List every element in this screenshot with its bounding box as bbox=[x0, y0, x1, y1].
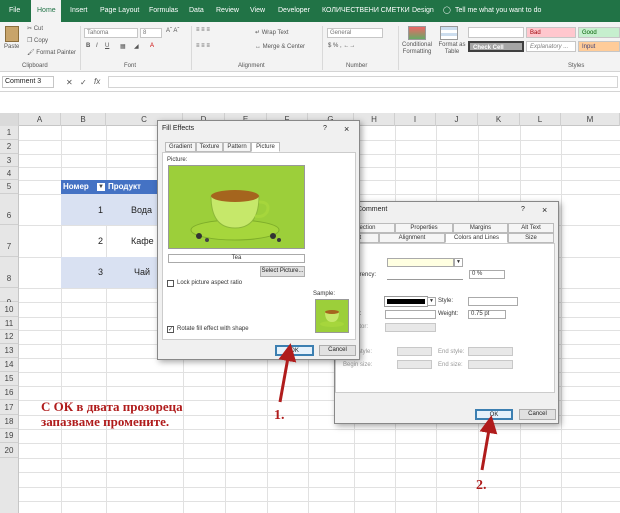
arrow-2 bbox=[479, 415, 498, 471]
annotation-arrows bbox=[278, 343, 498, 471]
arrow-1 bbox=[278, 343, 297, 403]
